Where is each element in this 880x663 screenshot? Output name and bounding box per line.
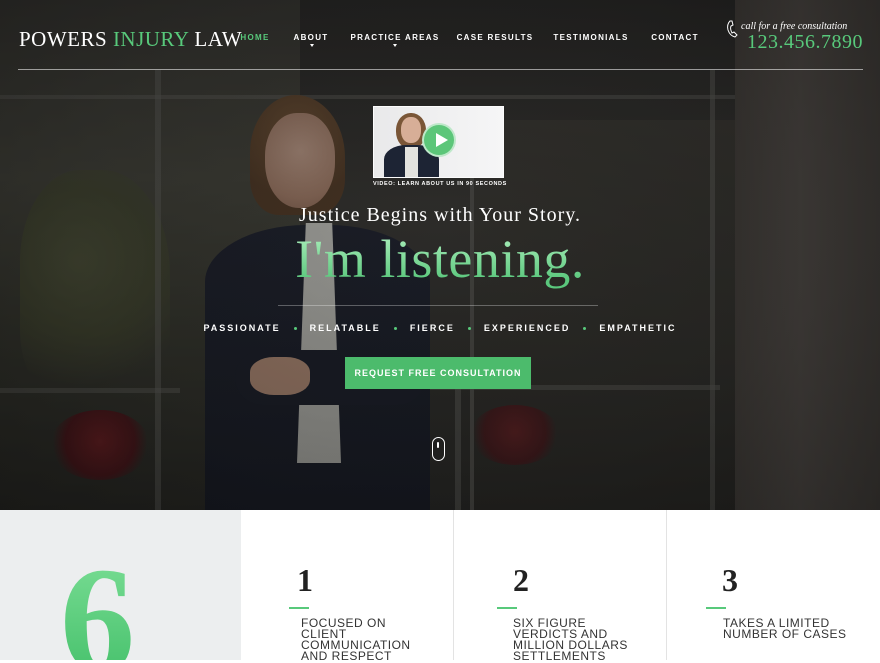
trait-item: EMPATHETIC bbox=[599, 323, 677, 333]
nav-item-testimonials[interactable]: TESTIMONIALS bbox=[553, 33, 628, 42]
phone-icon bbox=[727, 20, 738, 38]
header-divider bbox=[18, 69, 863, 70]
big-number: 6 bbox=[60, 545, 135, 660]
traits-list: PASSIONATE RELATABLE FIERCE EXPERIENCED EMPA… bbox=[0, 323, 880, 333]
bullet-dot-icon bbox=[293, 327, 297, 331]
play-icon[interactable] bbox=[422, 123, 456, 157]
trait-item: RELATABLE bbox=[309, 323, 381, 333]
trait-item: FIERCE bbox=[409, 323, 455, 333]
bullet-dot-icon bbox=[467, 327, 471, 331]
big-number-panel: 6 bbox=[0, 510, 241, 660]
intro-video-thumbnail[interactable] bbox=[373, 106, 504, 178]
feature-accent-rule bbox=[706, 607, 726, 609]
video-person-face bbox=[401, 117, 421, 143]
nav-item-case-results[interactable]: CASE RESULTS bbox=[457, 33, 534, 42]
trait-item: EXPERIENCED bbox=[483, 323, 571, 333]
video-caption: VIDEO: LEARN ABOUT US IN 90 SECONDS bbox=[373, 181, 507, 187]
chevron-down-icon bbox=[393, 44, 397, 47]
nav-item-home[interactable]: HOME bbox=[240, 33, 269, 42]
nav-item-contact[interactable]: CONTACT bbox=[651, 33, 699, 42]
feature-column: 2 SIX FIGURE VERDICTS AND MILLION DOLLAR… bbox=[453, 510, 666, 663]
hero-tagline: Justice Begins with Your Story. bbox=[299, 204, 581, 226]
feature-number: 1 bbox=[297, 562, 313, 598]
nav-item-practice-areas[interactable]: PRACTICE AREAS bbox=[350, 33, 439, 42]
feature-number: 3 bbox=[722, 562, 738, 598]
feature-accent-rule bbox=[289, 607, 309, 609]
feature-column: 3 TAKES A LIMITED NUMBER OF CASES bbox=[666, 510, 880, 660]
hero-section: POWERS INJURY LAW HOME ABOUT PRACTICE AR… bbox=[0, 0, 880, 510]
feature-number: 2 bbox=[513, 562, 529, 598]
feature-accent-rule bbox=[497, 607, 517, 609]
request-consultation-button[interactable]: REQUEST FREE CONSULTATION bbox=[345, 357, 531, 389]
features-section: 6 1 FOCUSED ON CLIENT COMMUNICATION AND … bbox=[0, 510, 880, 663]
video-person-shirt bbox=[405, 147, 418, 177]
scroll-down-icon[interactable] bbox=[432, 437, 445, 461]
trait-item: PASSIONATE bbox=[203, 323, 281, 333]
bullet-dot-icon bbox=[583, 327, 587, 331]
bullet-dot-icon bbox=[393, 327, 397, 331]
feature-text: TAKES A LIMITED NUMBER OF CASES bbox=[723, 616, 847, 641]
feature-text: SIX FIGURE VERDICTS AND MILLION DOLLARS … bbox=[513, 616, 628, 663]
hero-divider bbox=[278, 305, 598, 306]
hero-headline: I'm listening. bbox=[0, 228, 880, 290]
feature-text: FOCUSED ON CLIENT COMMUNICATION AND RESP… bbox=[301, 616, 411, 663]
nav-item-about[interactable]: ABOUT bbox=[294, 33, 329, 42]
feature-column: 1 FOCUSED ON CLIENT COMMUNICATION AND RE… bbox=[241, 510, 453, 663]
phone-number-link[interactable]: 123.456.7890 bbox=[747, 31, 863, 54]
chevron-down-icon bbox=[310, 44, 314, 47]
